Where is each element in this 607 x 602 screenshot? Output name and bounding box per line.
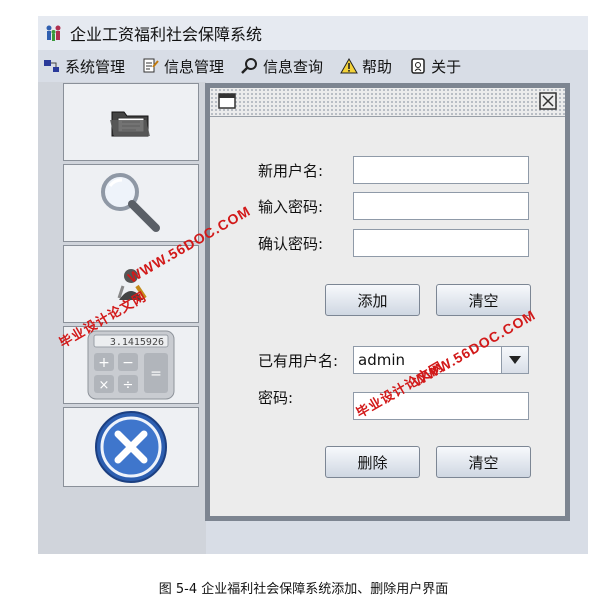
dialog-title-bar[interactable] (210, 88, 565, 117)
menu-bar: 系统管理 信息管理 信息查询 帮助 关于 (38, 51, 588, 81)
new-username-input[interactable] (353, 156, 529, 184)
info-manage-icon (143, 58, 159, 73)
existing-username-label: 已有用户名: (258, 352, 339, 370)
existing-password-label: 密码: (258, 389, 294, 407)
dialog-body: 新用户名: 输入密码: 确认密码: 添加 清空 已有用户名: admin 密码:… (210, 88, 565, 516)
title-bar: 企业工资福利社会保障系统 (38, 16, 588, 50)
chevron-down-icon[interactable] (501, 347, 528, 373)
svg-text:=: = (150, 366, 162, 382)
sidebar-button-folder[interactable] (63, 83, 199, 161)
confirm-password-input[interactable] (353, 229, 529, 257)
password-input[interactable] (353, 192, 529, 220)
folder-icon (110, 111, 150, 137)
svg-text:÷: ÷ (123, 378, 134, 393)
sidebar-button-exit[interactable] (63, 407, 199, 487)
clear-button[interactable]: 清空 (436, 284, 531, 316)
app-window: 企业工资福利社会保障系统 系统管理 信息管理 信息查询 帮助 关于 3.1415… (38, 16, 588, 554)
menu-info-manage-label: 信息管理 (164, 57, 225, 76)
menu-help[interactable]: 帮助 (335, 51, 396, 81)
svg-text:×: × (99, 378, 110, 393)
figure-caption: 图 5-4 企业福利社会保障系统添加、删除用户界面 (158, 582, 449, 597)
delete-button[interactable]: 删除 (325, 446, 420, 478)
password-label: 输入密码: (258, 198, 324, 216)
window-icon (218, 93, 236, 109)
about-icon (411, 58, 425, 74)
close-icon[interactable] (539, 92, 557, 110)
magnifier-icon (101, 173, 160, 232)
window-title: 企业工资福利社会保障系统 (70, 25, 263, 44)
calculator-icon: 3.1415926 + − × ÷ = (87, 330, 175, 400)
menu-about[interactable]: 关于 (404, 51, 465, 81)
menu-system-label: 系统管理 (65, 57, 126, 76)
add-button[interactable]: 添加 (325, 284, 420, 316)
confirm-password-label: 确认密码: (258, 235, 324, 253)
sidebar-button-search[interactable] (63, 164, 199, 242)
search-icon (241, 58, 258, 74)
new-username-label: 新用户名: (258, 162, 324, 180)
menu-help-label: 帮助 (362, 57, 393, 76)
svg-text:−: − (122, 355, 134, 371)
menu-info-query[interactable]: 信息查询 (236, 51, 327, 81)
menu-info-query-label: 信息查询 (263, 57, 324, 76)
warning-icon (340, 57, 358, 74)
menu-about-label: 关于 (431, 57, 462, 76)
menu-system[interactable]: 系统管理 (38, 51, 129, 81)
calculator-display: 3.1415926 (110, 337, 164, 348)
menu-info-manage[interactable]: 信息管理 (137, 51, 228, 81)
clear-button-2[interactable]: 清空 (436, 446, 531, 478)
exit-icon (95, 411, 167, 483)
user-dialog: 新用户名: 输入密码: 确认密码: 添加 清空 已有用户名: admin 密码:… (205, 83, 570, 521)
app-logo-icon (46, 25, 61, 41)
svg-text:+: + (98, 355, 110, 371)
system-icon (44, 60, 59, 72)
